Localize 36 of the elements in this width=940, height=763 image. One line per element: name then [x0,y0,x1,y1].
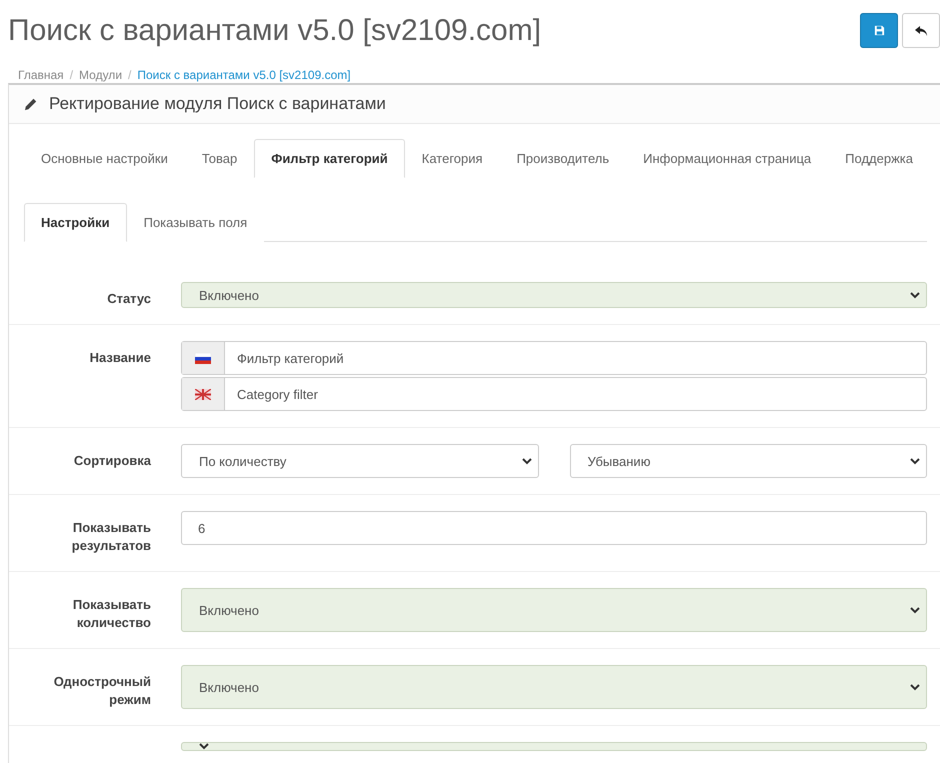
input-field[interactable]: 6 [181,511,927,545]
select-field[interactable]: Включено [181,588,927,632]
page-title: Поиск с вариантами v5.0 [sv2109.com] [8,13,542,49]
flag-icon [195,388,211,400]
select-field[interactable]: По количеству [181,444,538,478]
tab[interactable]: Фильтр категорий [254,139,405,178]
reply-arrow-icon [914,24,928,36]
breadcrumb-link[interactable]: Главная [18,68,64,82]
tab[interactable]: Настройки [24,203,127,242]
field-label: Сортировка [72,452,151,470]
chevron-down-icon [199,743,209,750]
chevron-down-icon [522,458,532,464]
chevron-down-icon [910,684,920,690]
field-label: Показывать результатов [70,519,151,555]
back-button[interactable] [902,13,940,48]
chevron-down-icon [910,458,920,464]
breadcrumb-link[interactable]: Модули [79,68,122,82]
field-label: Название [88,349,151,367]
panel-title: Ректирование модуля Поиск с варинатами [49,94,386,114]
select-field[interactable]: Убыванию [570,444,927,478]
breadcrumb-separator: / [128,68,132,82]
breadcrumb-link[interactable]: Поиск с вариантами v5.0 [sv2109.com] [137,68,351,82]
flag-icon [195,352,211,364]
select-field[interactable]: Включено [181,665,927,709]
input-field[interactable]: Фильтр категорий [181,341,927,375]
input-field[interactable]: Category filter [181,377,927,411]
field-label: Показывать количество [72,596,151,632]
breadcrumb-separator: / [70,68,74,82]
pencil-icon [24,98,37,110]
select-field[interactable]: Включено [181,282,927,308]
save-button[interactable] [860,13,898,48]
field-label: Статус [106,290,151,308]
chevron-down-icon [910,292,920,298]
field-label: Однострочный режим [52,673,151,709]
chevron-down-icon [910,606,920,614]
select-field[interactable] [181,742,927,751]
